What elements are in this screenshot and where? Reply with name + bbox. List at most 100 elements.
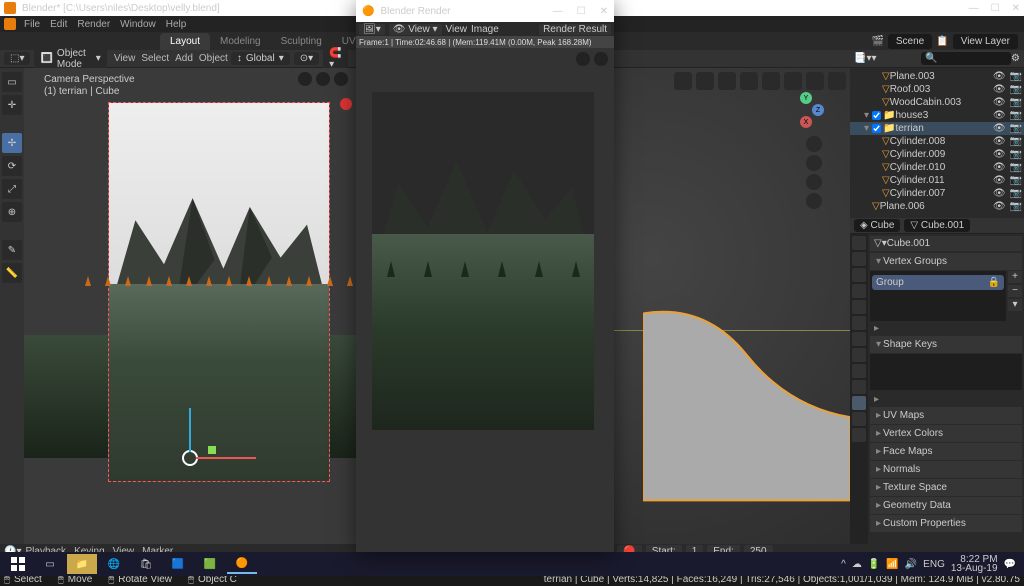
tool-cursor[interactable]: ✛ [2, 95, 22, 115]
overlay-toggle-icon[interactable] [316, 72, 330, 86]
outliner-render-icon[interactable]: 📷 [1010, 188, 1022, 199]
gizmo-y-handle[interactable] [208, 446, 216, 454]
outliner-item[interactable]: ▽ Roof.003👁📷 [850, 83, 1024, 96]
collection-checkbox[interactable] [872, 111, 881, 120]
tab-constraint-icon[interactable] [852, 380, 866, 394]
tab-scene-icon[interactable] [852, 284, 866, 298]
menu-help[interactable]: Help [166, 19, 187, 30]
outliner-item[interactable]: ▽ Cylinder.007👁📷 [850, 187, 1024, 200]
tool-measure[interactable]: 📏 [2, 263, 22, 283]
sk-collapsed-arrow[interactable]: ▸ [870, 392, 1022, 407]
shape-keys-list[interactable] [870, 354, 1022, 390]
menu-file[interactable]: File [24, 19, 40, 30]
explorer-icon[interactable]: 📁 [67, 554, 97, 574]
outliner-render-icon[interactable]: 📷 [1010, 201, 1022, 212]
lock-icon[interactable]: 🔒 [988, 277, 1000, 288]
scene-selector[interactable]: Scene [888, 34, 932, 49]
windows-taskbar[interactable]: ▭ 📁 🌐 🛍 🟦 🟩 🟠 ^ ☁ 🔋 📶 🔊 ENG 8:22 PM13-Au… [0, 552, 1024, 576]
breadcrumb-item[interactable]: ◈ Cube [854, 219, 900, 232]
tab-modeling[interactable]: Modeling [210, 33, 271, 50]
vp1-object-menu[interactable]: Object [199, 53, 228, 64]
tab-world-icon[interactable] [852, 300, 866, 314]
outliner-item[interactable]: ▽ Cylinder.010👁📷 [850, 161, 1024, 174]
breadcrumb-item[interactable]: ▽ Cube.001 [904, 219, 970, 232]
vp1-select-menu[interactable]: Select [141, 53, 169, 64]
collection-checkbox[interactable] [872, 124, 881, 133]
outliner-render-icon[interactable]: 📷 [1010, 84, 1022, 95]
vertex-group-list[interactable]: Group🔒 [870, 271, 1006, 321]
outliner-render-icon[interactable]: 📷 [1010, 175, 1022, 186]
render-image-menu[interactable]: Image [471, 24, 499, 35]
persp-toggle-icon[interactable] [806, 193, 822, 209]
tab-material-icon[interactable] [852, 412, 866, 426]
overlay2-icon[interactable] [718, 72, 736, 90]
tab-texture-icon[interactable] [852, 428, 866, 442]
tab-viewlayer-icon[interactable] [852, 268, 866, 282]
edge-icon[interactable]: 🌐 [99, 554, 129, 574]
zoom-icon[interactable] [806, 136, 822, 152]
panel-geometry-data[interactable]: Geometry Data [870, 497, 1022, 514]
transform-gizmo[interactable] [182, 450, 198, 466]
outliner-render-icon[interactable]: 📷 [1010, 110, 1022, 121]
tray-lang[interactable]: ENG [923, 559, 945, 570]
snap-selector[interactable]: 🧲▾ [323, 47, 348, 71]
menu-edit[interactable]: Edit [50, 19, 67, 30]
vp1-add-menu[interactable]: Add [175, 53, 193, 64]
blender-taskbar-icon[interactable]: 🟠 [227, 554, 257, 574]
tab-object-icon[interactable] [852, 316, 866, 330]
panel-normals[interactable]: Normals [870, 461, 1022, 478]
tray-volume-icon[interactable]: 🔊 [905, 559, 917, 570]
gizmo-z-axis[interactable] [189, 408, 191, 452]
tray-clock[interactable]: 8:22 PM13-Aug-19 [951, 555, 998, 573]
gizmo-toggle-icon[interactable] [298, 72, 312, 86]
outliner-visibility-icon[interactable]: 👁 [993, 162, 1006, 173]
outliner-visibility-icon[interactable]: 👁 [993, 201, 1006, 212]
shading-solid-icon[interactable] [784, 72, 802, 90]
outliner-visibility-icon[interactable]: 👁 [993, 71, 1006, 82]
xray2-icon[interactable] [740, 72, 758, 90]
tray-notifications-icon[interactable]: 💬 [1004, 559, 1016, 570]
outliner-visibility-icon[interactable]: 👁 [993, 188, 1006, 199]
outliner-visibility-icon[interactable]: 👁 [993, 175, 1006, 186]
outliner-visibility-icon[interactable]: 👁 [993, 136, 1006, 147]
maximize-button[interactable]: ☐ [991, 3, 1000, 14]
datablock-selector[interactable]: ▽▾ Cube.001 [870, 236, 1022, 251]
render-view-mode[interactable]: 👁 View ▾ [389, 24, 442, 35]
render-editor-icon[interactable]: 🖼▾ [359, 24, 385, 35]
render-window[interactable]: 🟠 Blender Render — ☐ ✕ 🖼▾ 👁 View ▾ View … [356, 0, 614, 552]
tool-annotate[interactable]: ✎ [2, 240, 22, 260]
tab-sculpting[interactable]: Sculpting [271, 33, 332, 50]
outliner-visibility-icon[interactable]: 👁 [993, 149, 1006, 160]
selectability-icon[interactable] [674, 72, 692, 90]
tab-layout[interactable]: Layout [160, 33, 210, 50]
viewport-left[interactable]: Camera Perspective (1) terrian | Cube [24, 68, 356, 544]
outliner-visibility-icon[interactable]: 👁 [993, 123, 1006, 134]
axis-y-icon[interactable]: Y [800, 92, 812, 104]
panel-texture-space[interactable]: Texture Space [870, 479, 1022, 496]
pan-icon[interactable] [806, 155, 822, 171]
render-zoom-icon[interactable] [594, 52, 608, 66]
outliner-visibility-icon[interactable]: 👁 [993, 110, 1006, 121]
shading-render-icon[interactable] [828, 72, 846, 90]
tool-transform[interactable]: ⊕ [2, 202, 22, 222]
outliner-render-icon[interactable]: 📷 [1010, 123, 1022, 134]
orientation-selector[interactable]: ↕ Global ▾ [231, 52, 290, 65]
mode-selector[interactable]: 🔳 Object Mode ▾ [34, 47, 106, 71]
tab-physics-icon[interactable] [852, 364, 866, 378]
outliner-item[interactable]: ▽ Cylinder.008👁📷 [850, 135, 1024, 148]
outliner-item[interactable]: ▽ Cylinder.009👁📷 [850, 148, 1024, 161]
panel-face-maps[interactable]: Face Maps [870, 443, 1022, 460]
outliner-item[interactable]: ▾📁 terrian👁📷 [850, 122, 1024, 135]
camera-view-icon[interactable] [806, 174, 822, 190]
tab-output-icon[interactable] [852, 252, 866, 266]
outliner-render-icon[interactable]: 📷 [1010, 71, 1022, 82]
tab-modifier-icon[interactable] [852, 332, 866, 346]
outliner-render-icon[interactable]: 📷 [1010, 162, 1022, 173]
vp1-view-menu[interactable]: View [114, 53, 136, 64]
vertex-group-item[interactable]: Group🔒 [872, 275, 1004, 290]
remove-group-button[interactable]: − [1008, 285, 1022, 297]
panel-vertex-groups[interactable]: Vertex Groups [870, 253, 1022, 270]
group-menu-button[interactable]: ▾ [1008, 299, 1022, 311]
orbit-gizmo[interactable]: Y Z X [788, 92, 824, 128]
outliner-item[interactable]: ▽ Cylinder.011👁📷 [850, 174, 1024, 187]
